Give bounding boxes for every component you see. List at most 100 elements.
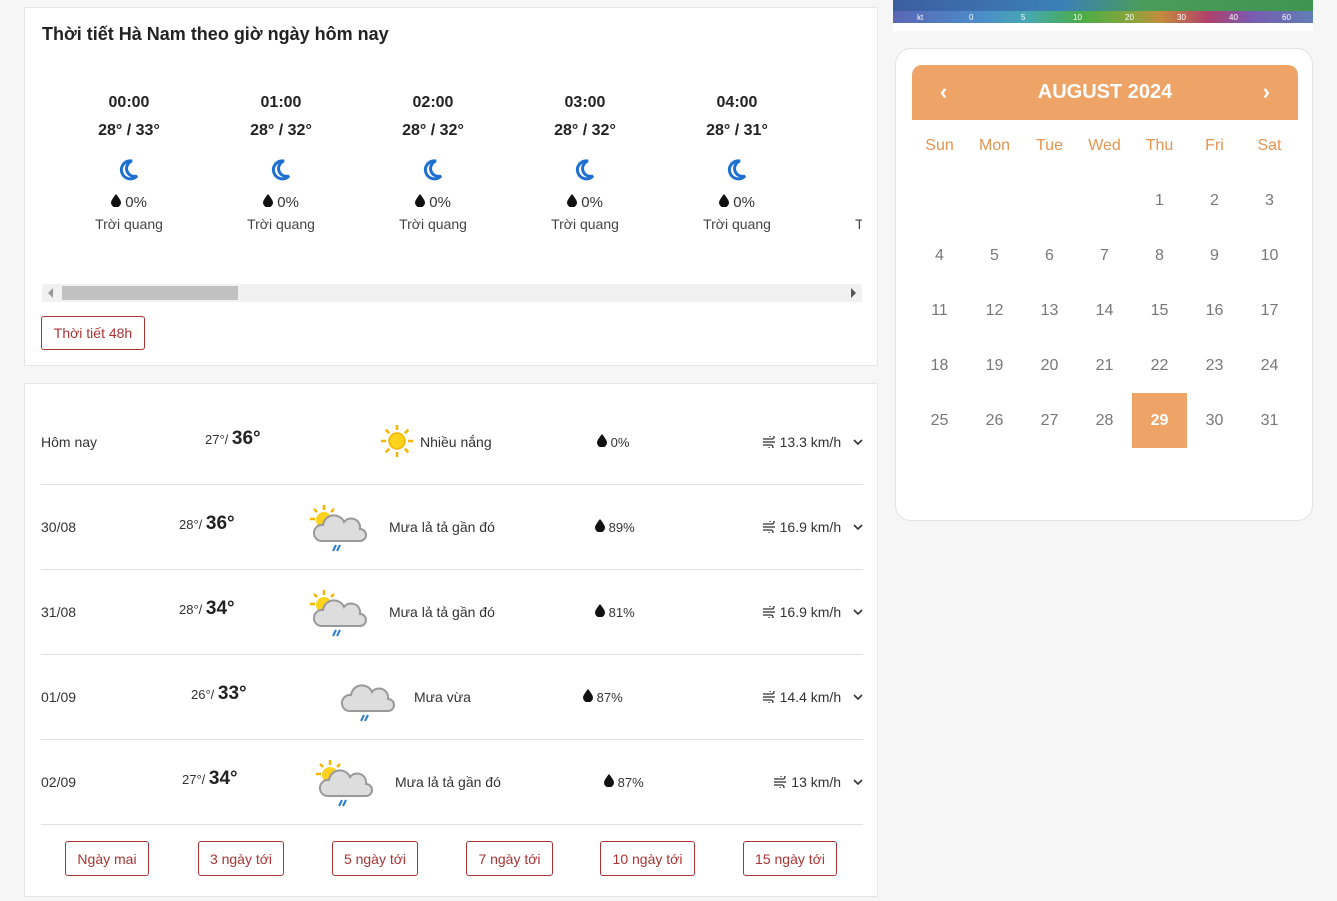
day-rain: 81% [595, 604, 635, 620]
hour-temp: 27° [824, 122, 862, 140]
wind-tick: 5 [1021, 12, 1026, 22]
daily-row[interactable]: 31/08 28°/ 34° Mưa lả tả gần đó 81% 16.9… [41, 570, 863, 655]
hour-rain: 0% [64, 194, 194, 211]
hour-desc: Trời quang [399, 216, 467, 232]
hour-desc: Trời quang [247, 216, 315, 232]
horizontal-scrollbar[interactable] [42, 284, 862, 302]
scrollbar-thumb[interactable] [62, 286, 238, 300]
calendar-day[interactable]: 13 [1022, 283, 1077, 338]
daily-row[interactable]: Hôm nay 27°/ 36° Nhiều nắng 0% 13.3 km/h [41, 400, 863, 485]
calendar-day[interactable]: 4 [912, 228, 967, 283]
calendar-day[interactable]: 20 [1022, 338, 1077, 393]
calendar-day[interactable]: 26 [967, 393, 1022, 448]
wind-value: 13.3 km/h [779, 434, 842, 450]
scroll-right-icon[interactable] [851, 288, 856, 298]
calendar-day[interactable]: 6 [1022, 228, 1077, 283]
calendar: ‹ AUGUST 2024 › Sun Mon Tue Wed Thu Fri Sat 1 2 3… [895, 48, 1313, 521]
day-desc: Mưa vừa [414, 689, 471, 705]
calendar-day[interactable]: 19 [967, 338, 1022, 393]
hour-temp: 28° / 32° [250, 122, 312, 139]
rain-value: 0% [125, 194, 147, 211]
day-wind: 16.9 km/h [762, 604, 863, 620]
calendar-day[interactable]: 23 [1187, 338, 1242, 393]
calendar-day[interactable]: 10 [1242, 228, 1297, 283]
temp-low: 27° [182, 772, 202, 787]
calendar-day[interactable]: 18 [912, 338, 967, 393]
wind-icon [762, 606, 775, 618]
wind-map-image [893, 0, 1313, 11]
forecast-range-button[interactable]: 10 ngày tới [600, 841, 695, 876]
temp-high: 36° [231, 428, 261, 449]
day-temp: 28°/ 34° [179, 598, 235, 619]
calendar-day[interactable]: 7 [1077, 228, 1132, 283]
calendar-day[interactable]: 3 [1242, 173, 1297, 228]
forecast-range-button[interactable]: Ngày mai [65, 841, 149, 876]
calendar-day[interactable]: 27 [1022, 393, 1077, 448]
day-rain: 87% [604, 774, 644, 790]
calendar-month: AUGUST 2024 [1037, 81, 1173, 103]
hourly-item: 02:00 28° / 32° 0% Trời quang [368, 88, 498, 232]
day-desc: Mưa lả tả gần đó [389, 604, 495, 620]
weekday-label: Fri [1205, 137, 1224, 154]
calendar-day[interactable]: 1 [1132, 173, 1187, 228]
calendar-day[interactable]: 11 [912, 283, 967, 338]
calendar-day[interactable]: 14 [1077, 283, 1132, 338]
day-wind: 14.4 km/h [762, 689, 863, 705]
daily-row[interactable]: 30/08 28°/ 36° Mưa lả tả gần đó 89% 16.9… [41, 485, 863, 570]
calendar-day[interactable]: 17 [1242, 283, 1297, 338]
calendar-day[interactable]: 25 [912, 393, 967, 448]
hour-rain [824, 194, 862, 211]
day-wind: 13 km/h [773, 774, 863, 790]
hour-time: 01:00 [260, 94, 302, 111]
wind-tick: 10 [1073, 12, 1082, 22]
hour-rain: 0% [672, 194, 802, 211]
hourly-item: 03:00 28° / 32° 0% Trời quang [520, 88, 650, 232]
raindrop-icon [583, 689, 593, 705]
wind-value: 16.9 km/h [779, 519, 842, 535]
calendar-day[interactable]: 16 [1187, 283, 1242, 338]
day-temp: 28°/ 36° [179, 513, 235, 534]
moon-icon [725, 158, 749, 182]
temp-low: 27° [205, 432, 225, 447]
hourly-item: 04:00 28° / 31° 0% Trời quang [672, 88, 802, 232]
calendar-day[interactable]: 31 [1242, 393, 1297, 448]
calendar-day[interactable]: 30 [1187, 393, 1242, 448]
hour-time: 04:00 [716, 94, 758, 111]
hour-temp: 28° / 33° [98, 122, 160, 139]
forecast-range-button[interactable]: 15 ngày tới [743, 841, 837, 876]
hourly-scroller[interactable]: 00:00 28° / 33° 0% Trời quang 01:00 28° … [42, 88, 862, 278]
calendar-day[interactable]: 29 [1132, 393, 1187, 448]
raindrop-icon [111, 194, 122, 211]
forecast-range-button[interactable]: 7 ngày tới [466, 841, 553, 876]
scroll-left-icon[interactable] [48, 288, 53, 298]
calendar-day[interactable]: 22 [1132, 338, 1187, 393]
day-date: 30/08 [41, 519, 77, 535]
calendar-day[interactable]: 21 [1077, 338, 1132, 393]
raindrop-icon [604, 774, 614, 790]
hour-rain: 0% [368, 194, 498, 211]
calendar-day[interactable]: 24 [1242, 338, 1297, 393]
calendar-day[interactable]: 2 [1187, 173, 1242, 228]
moon-icon [573, 158, 597, 182]
weekday-label: Sat [1257, 137, 1282, 154]
wind-value: 16.9 km/h [779, 604, 842, 620]
hour-desc: Trời quang [95, 216, 163, 232]
calendar-day[interactable]: 15 [1132, 283, 1187, 338]
wind-value: 13 km/h [791, 774, 842, 790]
raindrop-icon [595, 604, 605, 620]
calendar-day[interactable]: 5 [967, 228, 1022, 283]
day-date: 31/08 [41, 604, 77, 620]
wind-tick: 0 [969, 12, 974, 22]
hour-temp: 28° / 32° [402, 122, 464, 139]
moon-icon [421, 158, 445, 182]
forecast-range-button[interactable]: 5 ngày tới [332, 841, 418, 876]
calendar-day[interactable]: 12 [967, 283, 1022, 338]
forecast-range-button[interactable]: 3 ngày tới [198, 841, 284, 876]
calendar-day[interactable]: 28 [1077, 393, 1132, 448]
weather-48h-button[interactable]: Thời tiết 48h [41, 316, 145, 350]
daily-row[interactable]: 01/09 26°/ 33° Mưa vừa 87% 14.4 km/h [41, 655, 863, 740]
next-month-button[interactable]: › [1263, 79, 1270, 105]
calendar-day[interactable]: 8 [1132, 228, 1187, 283]
daily-row[interactable]: 02/09 27°/ 34° Mưa lả tả gần đó 87% 13 k… [41, 740, 863, 825]
calendar-day[interactable]: 9 [1187, 228, 1242, 283]
